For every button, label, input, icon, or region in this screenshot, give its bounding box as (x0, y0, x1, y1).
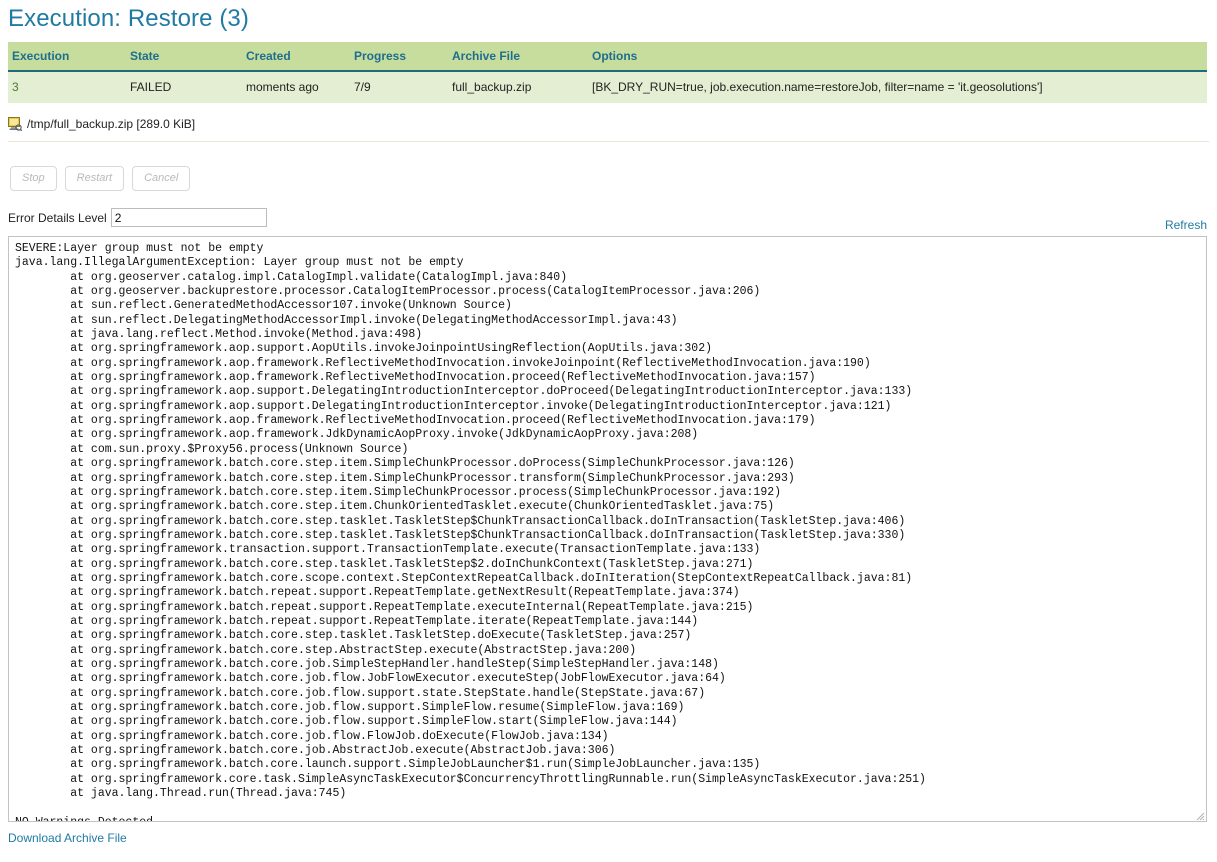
table-header-row: Execution State Created Progress Archive… (8, 42, 1207, 71)
column-header-archive-file[interactable]: Archive File (448, 42, 588, 71)
column-header-progress[interactable]: Progress (350, 42, 448, 71)
restart-button[interactable]: Restart (65, 166, 124, 191)
refresh-link[interactable]: Refresh (1165, 218, 1207, 232)
cancel-button[interactable]: Cancel (132, 166, 190, 191)
table-row[interactable]: 3 FAILED moments ago 7/9 full_backup.zip… (8, 71, 1207, 103)
archive-file-icon (8, 117, 22, 131)
column-header-state[interactable]: State (126, 42, 242, 71)
cell-execution-id[interactable]: 3 (8, 71, 126, 103)
action-button-row: Stop Restart Cancel (10, 166, 1217, 191)
section-divider (8, 141, 1209, 142)
archive-file-line: /tmp/full_backup.zip [289.0 KiB] (8, 115, 1217, 133)
error-details-level-label: Error Details Level (8, 211, 107, 225)
execution-restore-page: Execution: Restore (3) Execution State C… (0, 4, 1217, 862)
download-archive-file-link[interactable]: Download Archive File (8, 831, 127, 845)
cell-state: FAILED (126, 71, 242, 103)
error-details-level-input[interactable] (111, 208, 267, 227)
column-header-created[interactable]: Created (242, 42, 350, 71)
error-details-level-row: Error Details Level (8, 207, 1217, 228)
cell-archive-file: full_backup.zip (448, 71, 588, 103)
page-title: Execution: Restore (3) (8, 4, 1217, 34)
execution-table: Execution State Created Progress Archive… (8, 42, 1207, 103)
archive-file-label: /tmp/full_backup.zip [289.0 KiB] (27, 117, 195, 131)
execution-table-body: 3 FAILED moments ago 7/9 full_backup.zip… (8, 71, 1207, 103)
log-output-wrapper: SEVERE:Layer group must not be empty jav… (8, 236, 1207, 822)
column-header-options[interactable]: Options (588, 42, 1207, 71)
log-output-textarea[interactable]: SEVERE:Layer group must not be empty jav… (8, 236, 1207, 822)
execution-table-head: Execution State Created Progress Archive… (8, 42, 1207, 71)
column-header-execution[interactable]: Execution (8, 42, 126, 71)
cell-options: [BK_DRY_RUN=true, job.execution.name=res… (588, 71, 1207, 103)
cell-created: moments ago (242, 71, 350, 103)
cell-progress: 7/9 (350, 71, 448, 103)
stop-button[interactable]: Stop (10, 166, 57, 191)
